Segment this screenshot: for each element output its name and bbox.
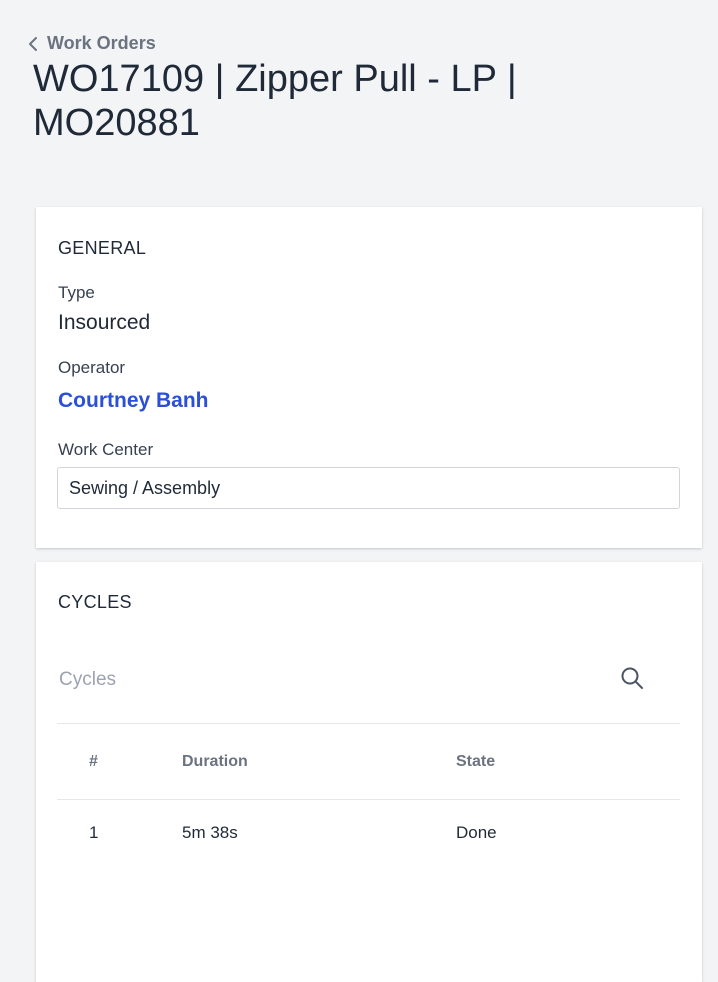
general-section-title: GENERAL — [58, 238, 147, 258]
cycles-search-input[interactable] — [57, 661, 597, 699]
chevron-left-icon — [27, 36, 39, 52]
cycle-state: Done — [456, 823, 497, 842]
cycles-card: CYCLES # Duration State 1 5m 38s Done — [36, 562, 702, 982]
operator-label: Operator — [58, 358, 126, 377]
cycles-table-header: # Duration State — [57, 724, 680, 800]
cycles-section-title: CYCLES — [58, 592, 132, 612]
column-header-duration[interactable]: Duration — [182, 753, 248, 771]
table-row[interactable]: 1 5m 38s Done — [57, 800, 680, 864]
cycles-search-bar — [57, 644, 680, 724]
page-title: WO17109 | Zipper Pull - LP | MO20881 — [33, 58, 517, 144]
general-card: GENERAL Type Insourced Operator Courtney… — [36, 207, 702, 548]
search-icon — [620, 667, 644, 693]
operator-link[interactable]: Courtney Banh — [58, 389, 209, 413]
cycle-number: 1 — [89, 823, 99, 842]
search-button[interactable] — [619, 666, 645, 692]
type-label: Type — [58, 283, 95, 302]
back-to-work-orders-link[interactable]: Work Orders — [27, 33, 156, 54]
column-header-state[interactable]: State — [456, 753, 495, 771]
work-center-field[interactable] — [57, 467, 680, 509]
type-value: Insourced — [58, 311, 151, 334]
back-link-label: Work Orders — [47, 33, 156, 53]
work-center-label: Work Center — [58, 440, 154, 459]
column-header-number[interactable]: # — [89, 753, 98, 771]
cycle-duration: 5m 38s — [182, 823, 238, 842]
